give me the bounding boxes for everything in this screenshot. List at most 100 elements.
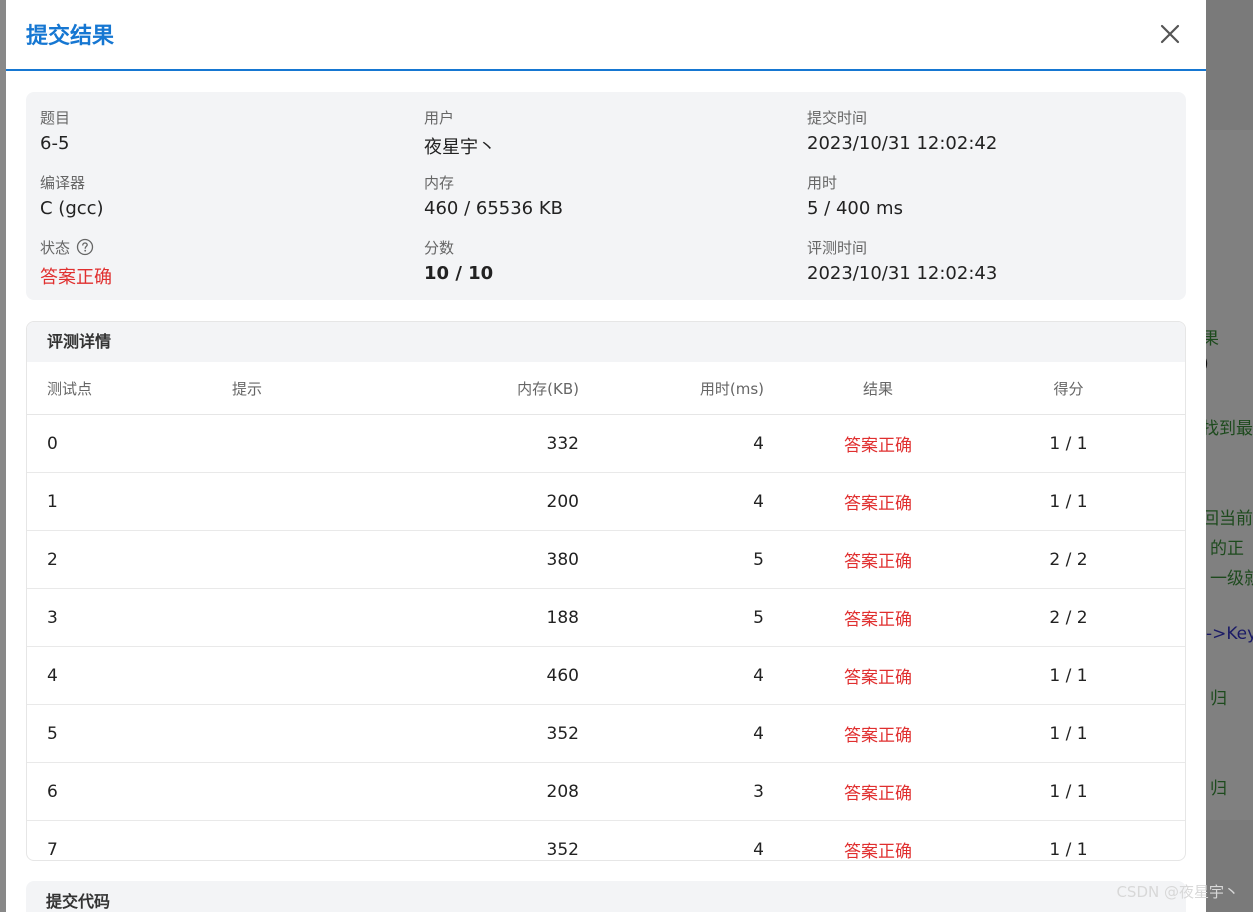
testcase-hint [231, 530, 433, 589]
testcase-memory: 352 [433, 704, 580, 763]
judge-time-value: 2023/10/31 12:02:43 [807, 263, 998, 284]
testcase-result: 答案正确 [765, 646, 991, 705]
col-score: 得分 [991, 362, 1185, 415]
background-text: 归 [1210, 689, 1227, 709]
info-time: 用时 5 / 400 ms [807, 171, 1167, 220]
col-memory: 内存(KB) [433, 362, 580, 415]
problem-value: 6-5 [40, 133, 70, 154]
testcase-result: 答案正确 [765, 414, 991, 473]
background-text: 回当前 [1202, 509, 1253, 529]
user-value: 夜星宇丶 [424, 137, 496, 158]
submitted-code-panel: 提交代码 [26, 881, 1186, 912]
testcase-hint [231, 472, 433, 531]
submission-info-panel: 题目 6-5 用户 夜星宇丶 提交时间 2023/10/31 12:02:42 … [26, 92, 1186, 300]
submission-result-dialog: 提交结果 题目 6-5 用户 夜星宇丶 提交时间 2023/10/31 12:0… [6, 0, 1206, 912]
info-user: 用户 夜星宇丶 [424, 106, 784, 159]
testcase-id: 0 [27, 414, 231, 473]
testcase-score: 1 / 1 [1049, 839, 1088, 860]
submit-time-value: 2023/10/31 12:02:42 [807, 133, 998, 154]
info-status: 状态 答案正确 [40, 236, 400, 289]
testcase-hint [231, 414, 433, 473]
info-label: 编译器 [40, 173, 86, 192]
testcase-id: 4 [27, 646, 231, 705]
background-text: 找到最 [1202, 419, 1253, 439]
info-label: 分数 [424, 238, 455, 257]
table-row: 4 460 4 答案正确 1 / 1 [27, 646, 1185, 705]
testcase-time: 4 [580, 646, 765, 705]
background-text: 一级就 [1210, 569, 1253, 589]
testcase-time: 4 [580, 414, 765, 473]
info-label: 内存 [424, 173, 455, 192]
time-value: 5 / 400 ms [807, 198, 903, 219]
testcase-id: 5 [27, 704, 231, 763]
dialog-header: 提交结果 [6, 0, 1206, 71]
testcase-time: 4 [753, 839, 764, 860]
testcase-result: 答案正确 [765, 588, 991, 647]
help-icon[interactable] [76, 238, 94, 256]
background-text: 归 [1210, 779, 1227, 799]
col-testcase: 测试点 [27, 362, 231, 415]
details-title: 评测详情 [27, 322, 1185, 362]
info-label: 用户 [424, 108, 455, 127]
testcase-memory: 352 [546, 839, 579, 860]
testcase-id: 6 [27, 762, 231, 821]
testcase-hint [231, 588, 433, 647]
background-right-panel [1206, 130, 1253, 820]
info-judge-time: 评测时间 2023/10/31 12:02:43 [807, 236, 1167, 285]
testcase-hint [231, 821, 433, 861]
background-text: 的正 [1210, 539, 1244, 559]
status-label: 状态 [40, 238, 71, 257]
testcase-id: 1 [27, 472, 231, 531]
testcase-id: 2 [27, 530, 231, 589]
testcase-id: 3 [27, 588, 231, 647]
info-label: 评测时间 [807, 238, 868, 257]
table-row: 3 188 5 答案正确 2 / 2 [27, 588, 1185, 647]
testcase-score: 1 / 1 [991, 414, 1185, 473]
info-problem: 题目 6-5 [40, 106, 400, 155]
compiler-value: C (gcc) [40, 198, 104, 219]
testcase-time: 3 [580, 762, 765, 821]
testcase-memory: 208 [433, 762, 580, 821]
code-section-title: 提交代码 [46, 892, 111, 911]
testcase-memory: 332 [433, 414, 580, 473]
col-time: 用时(ms) [580, 362, 765, 415]
testcase-memory: 460 [433, 646, 580, 705]
table-row: 2 380 5 答案正确 2 / 2 [27, 530, 1185, 589]
testcase-result: 答案正确 [844, 842, 912, 861]
testcase-time: 4 [580, 704, 765, 763]
table-row: 7 352 4 答案正确 1 / 1 [27, 821, 1185, 861]
table-row: 5 352 4 答案正确 1 / 1 [27, 704, 1185, 763]
testcase-hint [231, 704, 433, 763]
judge-details-panel: 评测详情 测试点 提示 内存(KB) 用时(ms) 结果 得分 0 332 4 答案正… [26, 321, 1186, 861]
dialog-title: 提交结果 [26, 24, 115, 49]
testcase-hint [231, 762, 433, 821]
testcase-score: 2 / 2 [991, 530, 1185, 589]
info-label: 提交时间 [807, 108, 868, 127]
score-value: 10 / 10 [424, 263, 494, 284]
testcase-result: 答案正确 [765, 530, 991, 589]
judge-details-table: 测试点 提示 内存(KB) 用时(ms) 结果 得分 0 332 4 答案正确 1 / … [27, 362, 1185, 861]
table-header-row: 测试点 提示 内存(KB) 用时(ms) 结果 得分 [27, 362, 1185, 415]
info-memory: 内存 460 / 65536 KB [424, 171, 784, 220]
testcase-score: 2 / 2 [991, 588, 1185, 647]
testcase-result: 答案正确 [765, 472, 991, 531]
table-row: 0 332 4 答案正确 1 / 1 [27, 414, 1185, 473]
testcase-memory: 380 [433, 530, 580, 589]
testcase-time: 4 [580, 472, 765, 531]
info-label: 状态 [40, 236, 400, 258]
info-label: 题目 [40, 108, 71, 127]
info-submit-time: 提交时间 2023/10/31 12:02:42 [807, 106, 1167, 155]
testcase-time: 5 [580, 530, 765, 589]
status-value: 答案正确 [40, 267, 112, 288]
info-score: 分数 10 / 10 [424, 236, 784, 285]
testcase-score: 1 / 1 [991, 472, 1185, 531]
info-compiler: 编译器 C (gcc) [40, 171, 400, 220]
memory-value: 460 / 65536 KB [424, 198, 563, 219]
col-result: 结果 [765, 362, 991, 415]
testcase-score: 1 / 1 [991, 646, 1185, 705]
close-icon[interactable] [1156, 20, 1184, 48]
info-label: 用时 [807, 173, 838, 192]
background-text: ->Key [1206, 624, 1253, 644]
testcase-hint [231, 646, 433, 705]
watermark: CSDN @夜星宇丶 [1116, 883, 1239, 901]
